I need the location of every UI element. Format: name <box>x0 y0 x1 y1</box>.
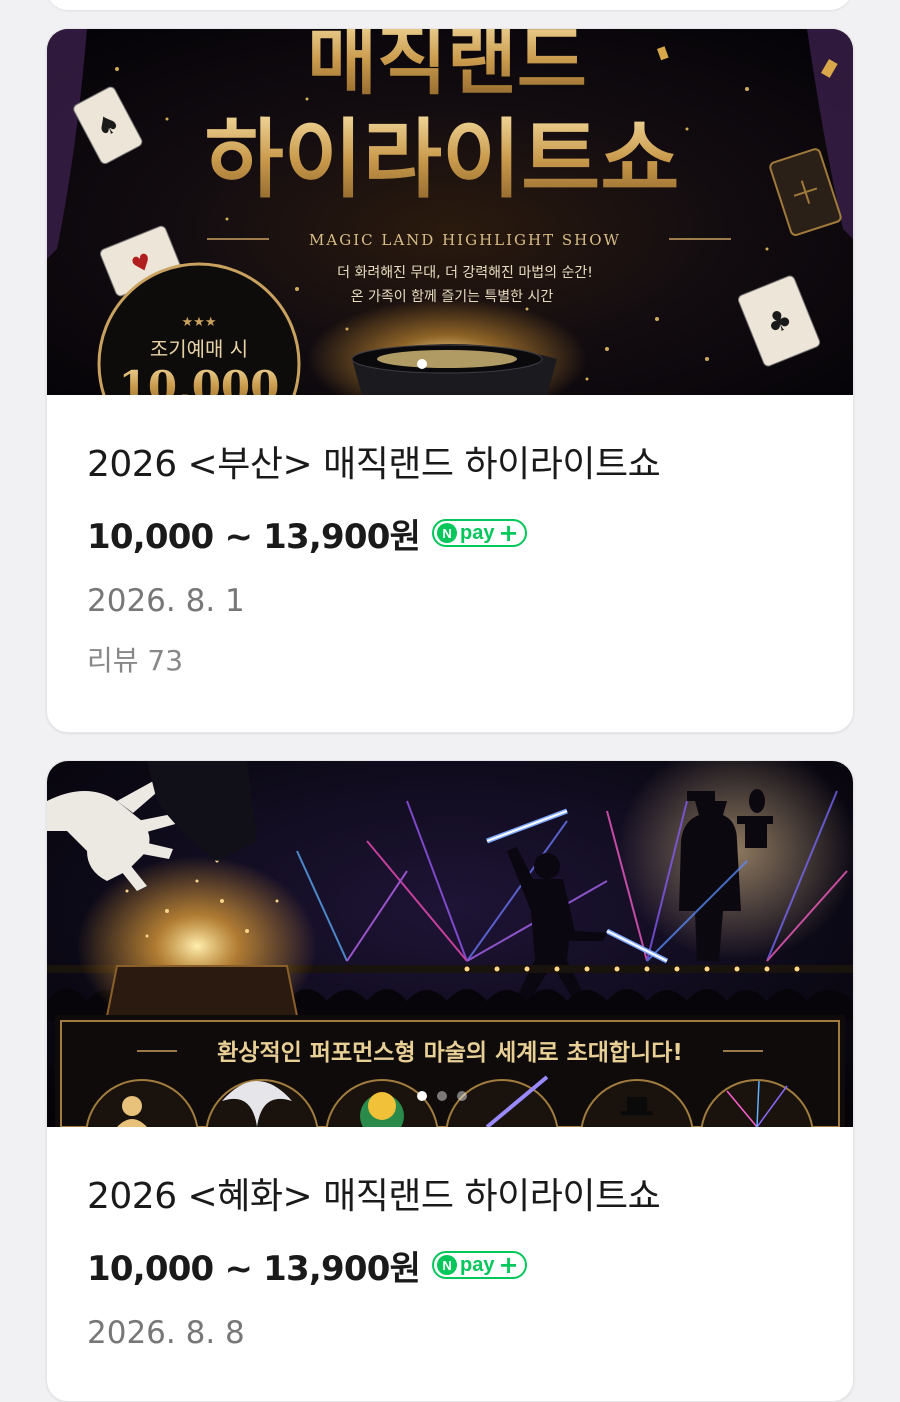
carousel-dot[interactable] <box>417 1091 427 1101</box>
svg-text:★★★: ★★★ <box>182 315 217 330</box>
performance-date: 2026. 8. 1 <box>87 583 245 619</box>
product-info: 2026 <혜화> 매직랜드 하이라이트쇼 10,000 ~ 13,900원 N… <box>47 1175 853 1353</box>
carousel-indicator[interactable] <box>47 359 853 369</box>
early-booking-badge-label: 조기예매 시 <box>150 337 248 361</box>
carousel-dot[interactable] <box>437 1091 447 1101</box>
npay-n-icon: N <box>437 523 458 543</box>
product-price: 10,000 ~ 13,900원 <box>87 1248 421 1289</box>
banner-caption: 환상적인 퍼포먼스형 마술의 세계로 초대합니다! <box>217 1040 683 1066</box>
plus-icon: + <box>498 519 519 547</box>
carousel-indicator[interactable] <box>47 1091 853 1101</box>
npay-label: pay <box>460 1253 495 1276</box>
product-card-hyehwa[interactable]: 환상적인 퍼포먼스형 마술의 세계로 초대합니다! 2026 <혜화> 매직랜드… <box>46 760 854 1402</box>
npay-plus-badge: N pay + <box>432 519 527 547</box>
banner-tagline-2: 온 가족이 함께 즐기는 특별한 시간 <box>351 289 554 305</box>
banner-subtitle: MAGIC LAND HIGHLIGHT SHOW <box>309 231 621 249</box>
previous-card-bottom <box>46 0 852 10</box>
price-row: 10,000 ~ 13,900원 N pay + <box>87 1243 813 1289</box>
product-banner[interactable]: 환상적인 퍼포먼스형 마술의 세계로 초대합니다! <box>47 761 853 1127</box>
product-info: 2026 <부산> 매직랜드 하이라이트쇼 10,000 ~ 13,900원 N… <box>47 443 853 679</box>
banner-artwork: ♠ ♥ ♣ 매직랜드 하이라이트쇼 MAGIC LAND HIGHLIGHT S… <box>47 29 853 395</box>
performance-date: 2026. 8. 8 <box>87 1315 245 1351</box>
banner-tagline-1: 더 화려해진 무대, 더 강력해진 마법의 순간! <box>337 265 593 281</box>
plus-icon: + <box>498 1251 519 1279</box>
product-title[interactable]: 2026 <부산> 매직랜드 하이라이트쇼 <box>87 443 813 487</box>
product-card-busan[interactable]: ♠ ♥ ♣ 매직랜드 하이라이트쇼 MAGIC LAND HIGHLIGHT S… <box>46 28 854 733</box>
npay-plus-badge: N pay + <box>432 1251 527 1279</box>
banner-headline-2: 하이라이트쇼 <box>205 109 680 210</box>
product-banner[interactable]: ♠ ♥ ♣ 매직랜드 하이라이트쇼 MAGIC LAND HIGHLIGHT S… <box>47 29 853 395</box>
npay-label: pay <box>460 521 495 544</box>
price-row: 10,000 ~ 13,900원 N pay + <box>87 511 813 557</box>
banner-artwork: 환상적인 퍼포먼스형 마술의 세계로 초대합니다! <box>47 761 853 1127</box>
product-price: 10,000 ~ 13,900원 <box>87 516 421 557</box>
npay-n-icon: N <box>437 1255 458 1275</box>
review-count[interactable]: 리뷰 73 <box>87 643 813 679</box>
carousel-dot[interactable] <box>457 1091 467 1101</box>
carousel-dot[interactable] <box>417 359 427 369</box>
banner-headline-1: 매직랜드 <box>307 29 587 105</box>
product-title[interactable]: 2026 <혜화> 매직랜드 하이라이트쇼 <box>87 1175 813 1219</box>
